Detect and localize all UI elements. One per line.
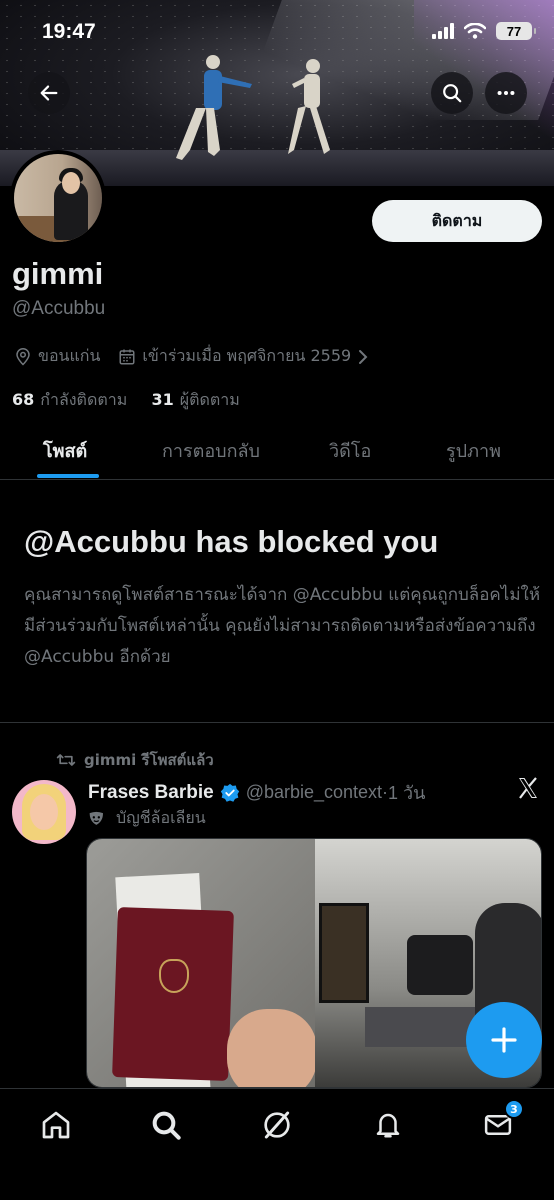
- followers-label: ผู้ติดตาม: [179, 390, 240, 409]
- nav-grok[interactable]: [257, 1105, 297, 1145]
- profile-display-name: gimmi: [12, 256, 104, 291]
- following-count: 68: [12, 390, 35, 409]
- more-options-button[interactable]: [485, 72, 527, 114]
- status-bar: 19:47 77: [0, 0, 554, 64]
- media-seat-screen: [319, 903, 369, 1003]
- battery-level: 77: [506, 23, 522, 39]
- verified-badge-icon: [220, 783, 240, 803]
- profile-tabs: โพสต์ การตอบกลับ วิดีโอ รูปภาพ: [0, 422, 554, 480]
- compose-post-button[interactable]: [466, 1002, 542, 1078]
- search-button[interactable]: [431, 72, 473, 114]
- chevron-right-icon[interactable]: [357, 348, 369, 366]
- bell-icon: [376, 1113, 400, 1138]
- media-passport: [112, 907, 234, 1081]
- nav-search[interactable]: [146, 1105, 186, 1145]
- more-dots-icon: [497, 90, 515, 96]
- blocked-description: คุณสามารถดูโพสต์สาธารณะได้จาก @Accubbu แ…: [24, 585, 541, 667]
- tab-replies[interactable]: การตอบกลับ: [162, 436, 260, 465]
- search-icon: [152, 1111, 181, 1140]
- profile-avatar[interactable]: [10, 150, 106, 246]
- status-icons: 77: [432, 22, 536, 40]
- post-author-name[interactable]: Frases Barbie: [88, 782, 214, 804]
- repost-icon: [56, 754, 76, 766]
- repost-indicator: gimmi รีโพสต์แล้ว: [56, 748, 214, 772]
- media-bag: [407, 935, 473, 995]
- post-author-handle[interactable]: @barbie_context: [246, 782, 382, 803]
- followers-link[interactable]: 31 ผู้ติดตาม: [151, 390, 239, 409]
- parody-label: บัญชีล้อเลียน: [88, 806, 206, 831]
- nav-home[interactable]: [36, 1105, 76, 1145]
- post-header: Frases Barbie @barbie_context · 1 วัน: [88, 778, 425, 807]
- cellular-signal-icon: [432, 23, 454, 39]
- status-time: 19:47: [42, 20, 96, 43]
- nav-notifications[interactable]: [368, 1105, 408, 1145]
- arrow-left-icon: [40, 85, 58, 101]
- tab-videos[interactable]: วิดีโอ: [329, 436, 371, 465]
- tab-posts[interactable]: โพสต์: [43, 436, 87, 465]
- profile-location: ขอนแก่น: [38, 346, 101, 365]
- calendar-icon: [118, 348, 136, 366]
- post-author-avatar[interactable]: [12, 780, 76, 844]
- active-tab-indicator: [37, 474, 99, 478]
- bottom-navigation: 3: [0, 1088, 554, 1200]
- back-button[interactable]: [28, 72, 70, 114]
- followers-count: 31: [151, 390, 174, 409]
- profile-handle: @Accubbu: [12, 298, 106, 319]
- avatar-face: [62, 172, 80, 194]
- media-image-passport[interactable]: [87, 839, 317, 1087]
- passport-emblem: [159, 959, 189, 993]
- repost-text[interactable]: gimmi รีโพสต์แล้ว: [84, 748, 214, 772]
- battery-icon: 77: [496, 22, 536, 40]
- grok-icon: [264, 1111, 290, 1139]
- follow-button[interactable]: ติดตาม: [372, 200, 542, 242]
- tab-photos[interactable]: รูปภาพ: [446, 436, 501, 465]
- media-hand: [227, 1009, 317, 1087]
- search-icon: [443, 84, 462, 103]
- following-link[interactable]: 68 กำลังติดตาม: [12, 390, 127, 409]
- home-icon: [42, 1111, 70, 1139]
- nav-messages[interactable]: 3: [478, 1099, 524, 1145]
- profile-stats: 68 กำลังติดตาม 31 ผู้ติดตาม: [12, 388, 240, 413]
- messages-badge: 3: [504, 1099, 524, 1119]
- post-avatar-face: [30, 794, 58, 830]
- x-logo-icon[interactable]: [516, 776, 540, 804]
- plus-icon: [491, 1027, 517, 1053]
- parody-text: บัญชีล้อเลียน: [116, 808, 206, 827]
- post-time: 1 วัน: [388, 783, 426, 803]
- location-pin-icon: [14, 347, 32, 366]
- section-divider: [0, 722, 554, 723]
- theater-masks-icon: [89, 811, 103, 825]
- blocked-title: @Accubbu has blocked you: [24, 524, 439, 559]
- following-label: กำลังติดตาม: [40, 390, 128, 409]
- profile-meta: ขอนแก่น เข้าร่วมเมื่อ พฤศจิกายน 2559: [14, 344, 375, 369]
- wifi-icon: [464, 23, 486, 39]
- profile-joined-date: เข้าร่วมเมื่อ พฤศจิกายน 2559: [142, 346, 352, 365]
